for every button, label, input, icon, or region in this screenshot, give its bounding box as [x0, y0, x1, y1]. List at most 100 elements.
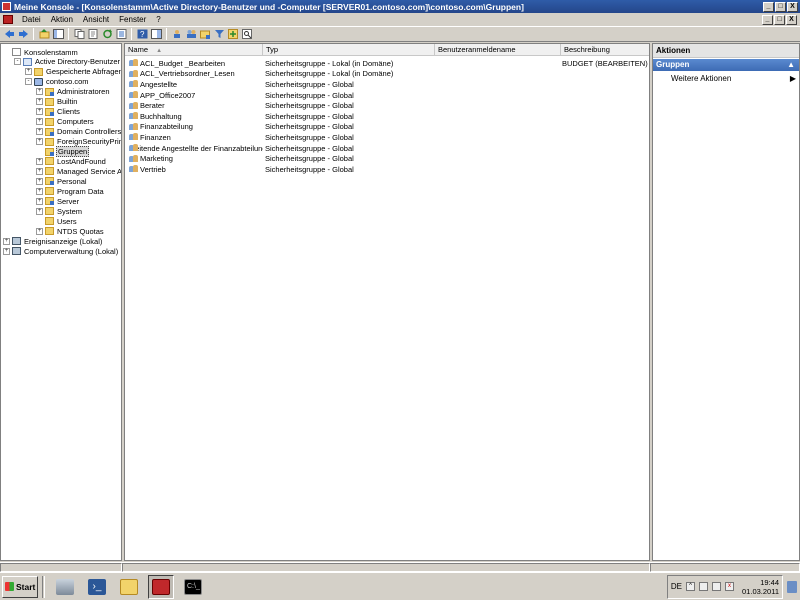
- collapse-icon[interactable]: -: [14, 58, 21, 66]
- expand-icon[interactable]: +: [36, 227, 43, 235]
- collapse-icon[interactable]: -: [25, 78, 32, 86]
- network-icon[interactable]: [712, 582, 722, 591]
- tree-item[interactable]: + Administratoren: [36, 87, 111, 97]
- expand-icon[interactable]: +: [25, 68, 32, 76]
- show-hide-tree-icon[interactable]: [52, 28, 64, 40]
- up-folder-icon[interactable]: [38, 28, 50, 40]
- server-manager-icon[interactable]: [52, 575, 78, 599]
- tree-item[interactable]: + Builtin: [36, 97, 78, 107]
- tree-item[interactable]: + NTDS Quotas: [36, 226, 105, 236]
- menu-help[interactable]: ?: [151, 15, 165, 24]
- console-tree[interactable]: Konsolenstamm - Active Directory-Benutzer …: [0, 43, 122, 561]
- clock[interactable]: 19:44 01.03.2011: [742, 578, 779, 596]
- export-icon[interactable]: [87, 28, 99, 40]
- tree-item[interactable]: + System: [36, 206, 83, 216]
- tree-item[interactable]: + LostAndFound: [36, 156, 107, 166]
- collapse-caret-icon[interactable]: ▲: [787, 59, 795, 71]
- tree-item[interactable]: + Personal: [36, 176, 88, 186]
- expand-icon[interactable]: +: [3, 247, 10, 255]
- child-minimize-button[interactable]: _: [762, 14, 773, 25]
- table-row[interactable]: ACL_Budget _Bearbeiten Sicherheitsgruppe …: [125, 58, 649, 69]
- expand-icon[interactable]: +: [36, 128, 43, 136]
- table-row[interactable]: Vertrieb Sicherheitsgruppe - Global: [125, 164, 649, 175]
- tree-item[interactable]: + Ereignisanzeige (Lokal): [3, 236, 103, 246]
- tree-item[interactable]: + Computers: [36, 117, 95, 127]
- tree-item[interactable]: + Program Data: [36, 186, 105, 196]
- mmc-icon[interactable]: [3, 15, 13, 24]
- result-list[interactable]: Name ▲ Typ Benutzeranmeldename Beschreib…: [124, 43, 650, 561]
- expand-icon[interactable]: +: [36, 177, 43, 185]
- properties-icon[interactable]: [115, 28, 127, 40]
- tree-item[interactable]: - contoso.com: [25, 77, 90, 87]
- expand-icon[interactable]: +: [36, 167, 43, 175]
- column-header-typ[interactable]: Typ: [263, 44, 435, 56]
- menu-ansicht[interactable]: Ansicht: [78, 15, 114, 24]
- action-weitere-aktionen[interactable]: Weitere Aktionen ▶: [653, 73, 799, 85]
- explorer-icon[interactable]: [116, 575, 142, 599]
- copy-icon[interactable]: [73, 28, 85, 40]
- powershell-icon[interactable]: ›_: [84, 575, 110, 599]
- maximize-button[interactable]: □: [775, 1, 786, 12]
- expand-icon[interactable]: +: [3, 237, 10, 245]
- cmd-icon[interactable]: C:\_: [180, 575, 206, 599]
- table-row[interactable]: APP_Office2007 Sicherheitsgruppe - Global: [125, 90, 649, 101]
- start-button[interactable]: Start: [2, 575, 38, 598]
- table-row[interactable]: Berater Sicherheitsgruppe - Global: [125, 100, 649, 111]
- table-row[interactable]: Buchhaltung Sicherheitsgruppe - Global: [125, 111, 649, 122]
- menu-datei[interactable]: Datei: [17, 15, 46, 24]
- forward-icon[interactable]: [17, 28, 29, 40]
- expand-icon[interactable]: +: [36, 108, 43, 116]
- find-icon[interactable]: [241, 28, 253, 40]
- expand-icon[interactable]: +: [36, 197, 43, 205]
- add-to-group-icon[interactable]: [227, 28, 239, 40]
- tree-item[interactable]: + Computerverwaltung (Lokal): [3, 246, 119, 256]
- menu-fenster[interactable]: Fenster: [114, 15, 151, 24]
- column-header-anmeldename[interactable]: Benutzeranmeldename: [435, 44, 561, 56]
- tree-item[interactable]: Gruppen: [36, 146, 90, 157]
- child-close-button[interactable]: X: [786, 14, 797, 25]
- tree-item[interactable]: + Server: [36, 196, 80, 206]
- tree-item[interactable]: + Managed Service Accou: [36, 166, 121, 176]
- child-restore-button[interactable]: □: [774, 14, 785, 25]
- toolbox-icon[interactable]: [148, 574, 174, 599]
- expand-icon[interactable]: +: [36, 118, 43, 126]
- minimize-button[interactable]: _: [763, 1, 774, 12]
- table-row[interactable]: ACL_Vertriebsordner_Lesen Sicherheitsgrup…: [125, 69, 649, 80]
- expand-icon[interactable]: +: [36, 88, 43, 96]
- tree-item[interactable]: + Gespeicherte Abfragen: [25, 67, 121, 77]
- expand-icon[interactable]: +: [36, 157, 43, 165]
- action-center-flag-icon[interactable]: [699, 582, 709, 591]
- actions-section-gruppen[interactable]: Gruppen ▲: [653, 59, 799, 71]
- expand-icon[interactable]: +: [36, 207, 43, 215]
- table-row[interactable]: Leitende Angestellte der Finanzabteilung…: [125, 143, 649, 154]
- tree-item[interactable]: + Domain Controllers: [36, 127, 121, 137]
- expand-icon[interactable]: +: [36, 138, 43, 146]
- tree-item[interactable]: + Clients: [36, 107, 81, 117]
- table-row[interactable]: Marketing Sicherheitsgruppe - Global: [125, 153, 649, 164]
- menu-aktion[interactable]: Aktion: [46, 15, 78, 24]
- close-button[interactable]: X: [787, 1, 798, 12]
- table-row[interactable]: Finanzen Sicherheitsgruppe - Global: [125, 132, 649, 143]
- tree-item[interactable]: Users: [36, 216, 78, 226]
- table-row[interactable]: Finanzabteilung Sicherheitsgruppe - Globa…: [125, 122, 649, 133]
- volume-muted-icon[interactable]: x: [725, 582, 735, 591]
- expand-icon[interactable]: +: [36, 187, 43, 195]
- column-header-beschreibung[interactable]: Beschreibung: [561, 44, 649, 56]
- help-icon[interactable]: ?: [136, 28, 148, 40]
- back-icon[interactable]: [3, 28, 15, 40]
- table-row[interactable]: Angestellte Sicherheitsgruppe - Global: [125, 79, 649, 90]
- new-ou-icon[interactable]: [199, 28, 211, 40]
- show-desktop-icon[interactable]: [787, 580, 797, 593]
- refresh-icon[interactable]: [101, 28, 113, 40]
- show-hidden-icons-icon[interactable]: ^: [686, 582, 696, 591]
- expand-icon[interactable]: +: [36, 98, 43, 106]
- console-tree-icon[interactable]: [150, 28, 162, 40]
- new-user-icon[interactable]: [171, 28, 183, 40]
- new-group-icon[interactable]: [185, 28, 197, 40]
- tree-item[interactable]: Konsolenstamm: [3, 47, 79, 57]
- taskbar-handle[interactable]: [42, 575, 45, 598]
- tree-item[interactable]: - Active Directory-Benutzer und: [14, 57, 121, 67]
- language-indicator[interactable]: DE: [671, 582, 682, 591]
- column-header-name[interactable]: Name ▲: [125, 44, 263, 56]
- filter-icon[interactable]: [213, 28, 225, 40]
